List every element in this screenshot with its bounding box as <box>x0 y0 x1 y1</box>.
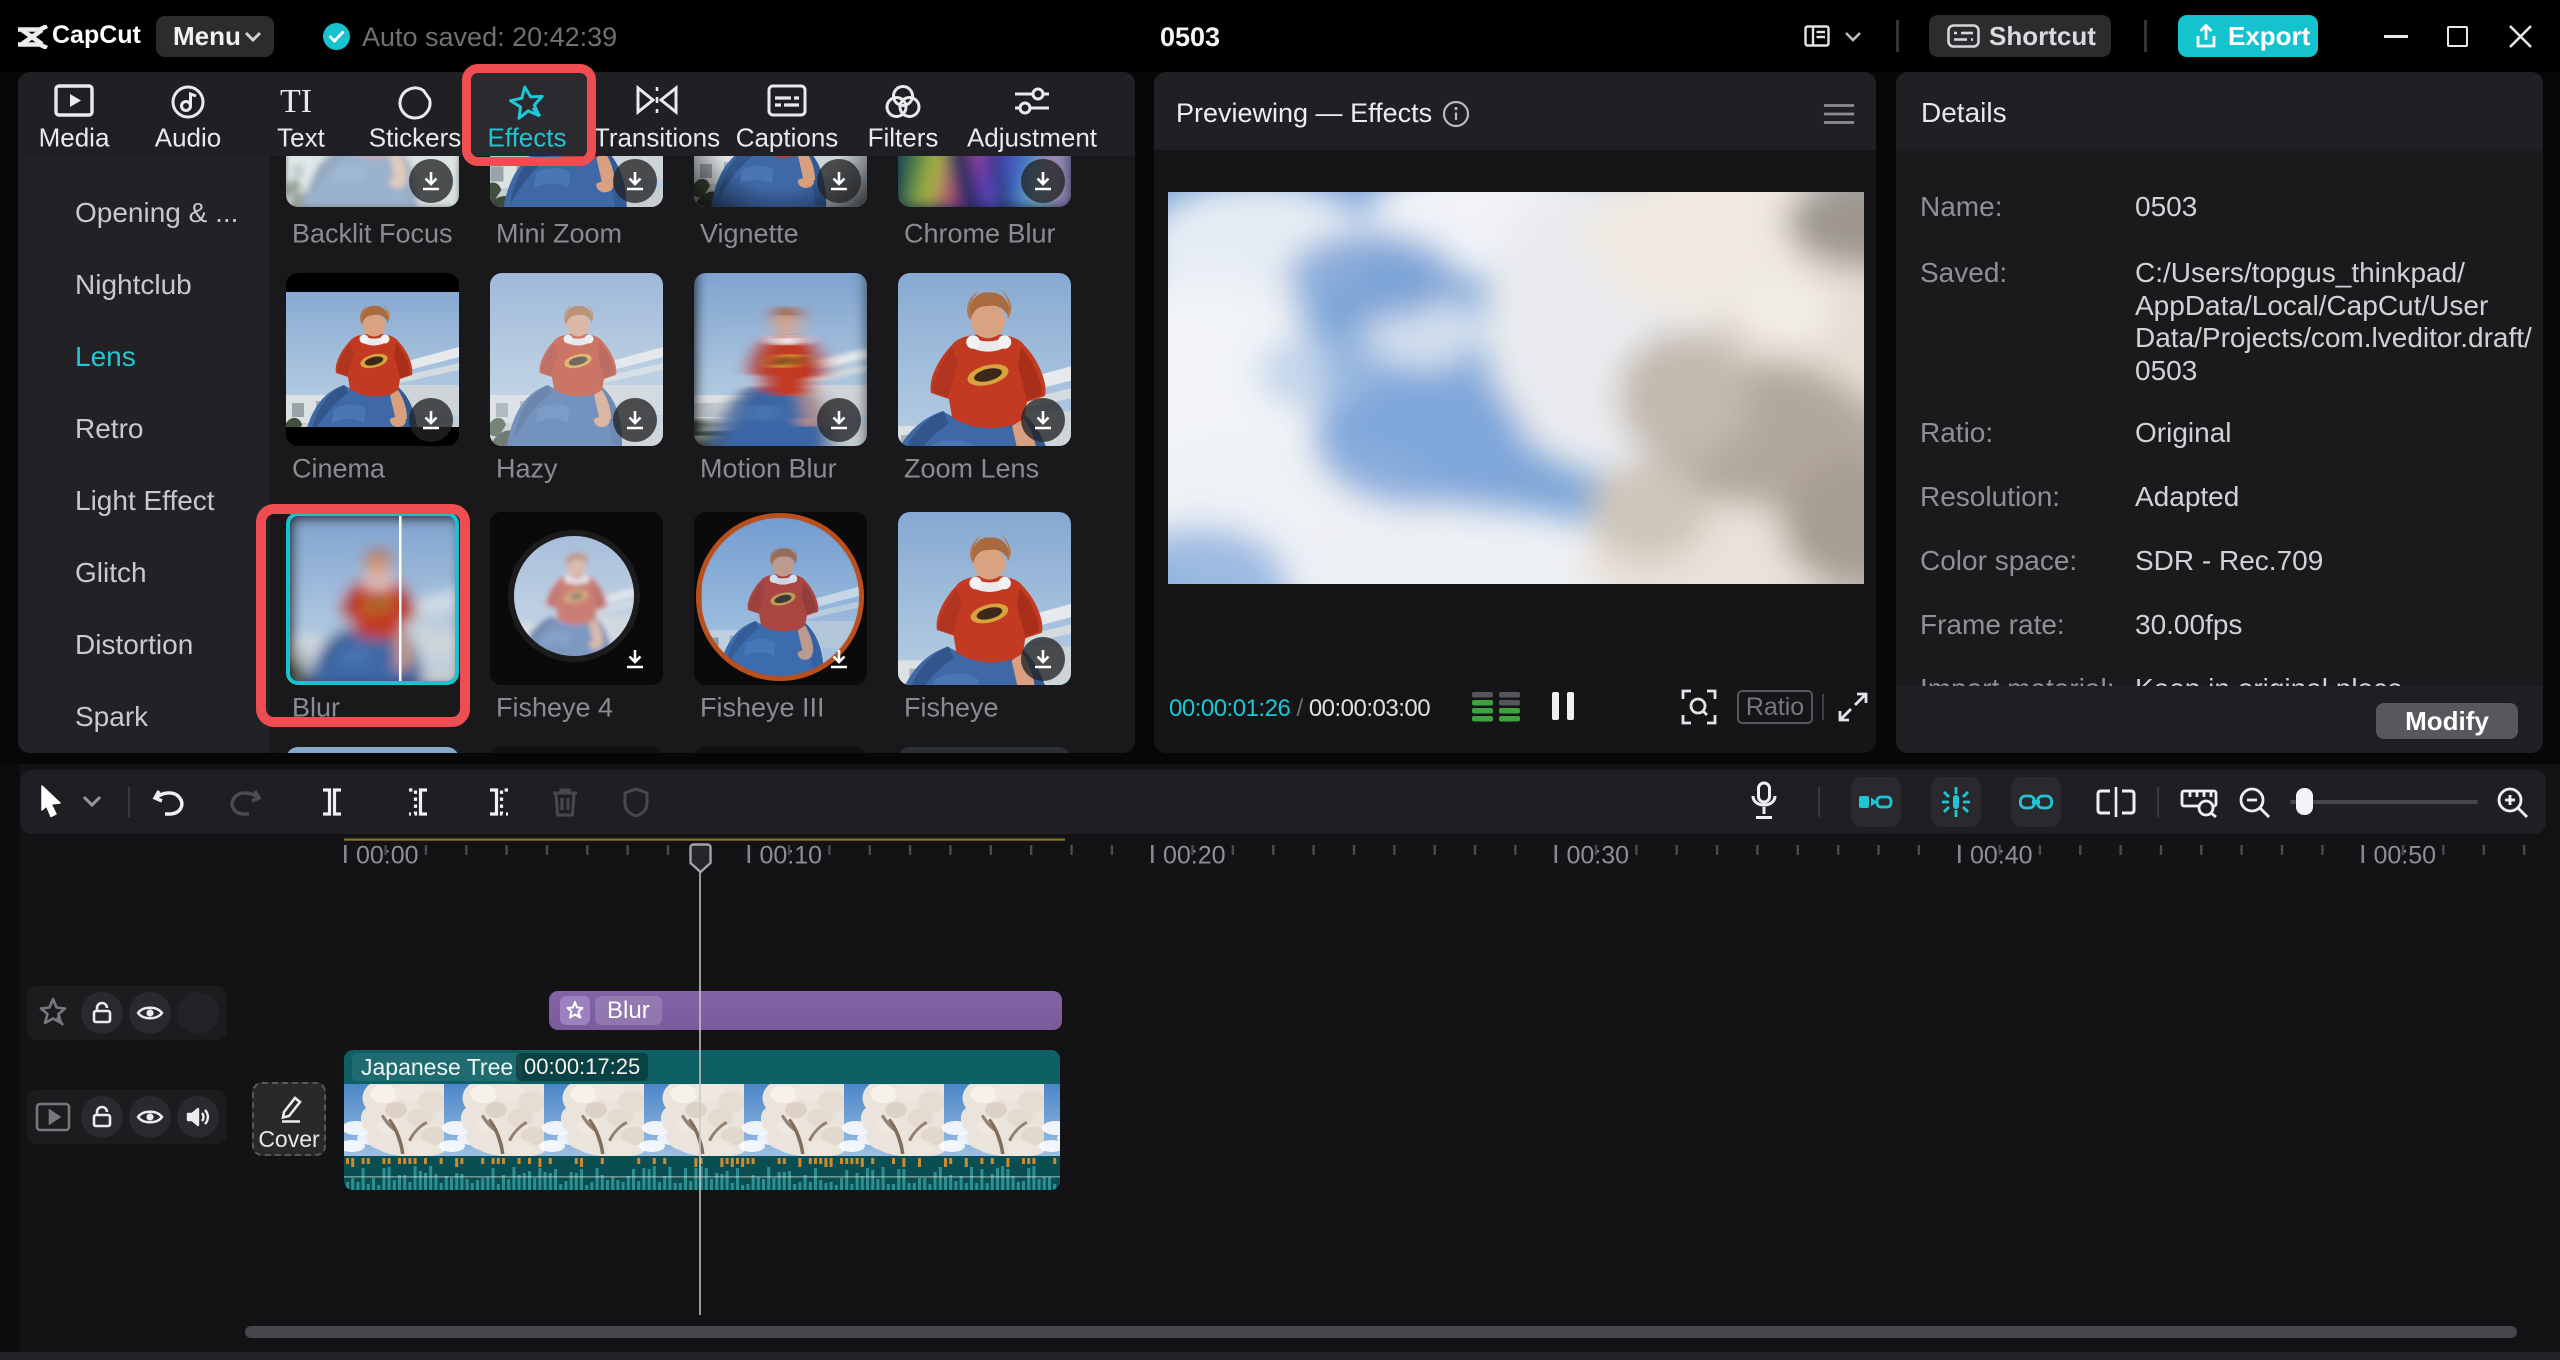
svg-text:00:50: 00:50 <box>2374 842 2437 870</box>
svg-text:00:40: 00:40 <box>1970 842 2033 870</box>
svg-text:00:30: 00:30 <box>1567 842 1630 870</box>
svg-text:TI: TI <box>280 84 312 118</box>
svg-text:00:10: 00:10 <box>760 842 823 870</box>
svg-text:00:00: 00:00 <box>356 842 419 870</box>
svg-text:00:20: 00:20 <box>1163 842 1226 870</box>
